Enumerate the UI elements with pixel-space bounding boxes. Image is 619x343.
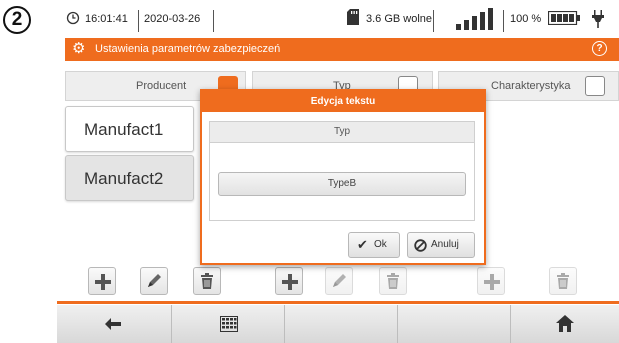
list-item[interactable]: Manufact1 xyxy=(65,106,194,152)
edit-button[interactable] xyxy=(140,267,168,295)
empty-button xyxy=(398,305,511,343)
settings-icon: ⚙ xyxy=(72,40,86,57)
title-bar: ⚙ Ustawienia parametrów zabezpieczeń ? xyxy=(65,38,619,61)
status-divider xyxy=(433,10,434,32)
delete-icon xyxy=(201,273,213,289)
cancel-button[interactable]: Anuluj xyxy=(407,232,475,258)
keyboard-icon xyxy=(220,316,238,332)
page-title: Ustawienia parametrów zabezpieczeń xyxy=(95,43,281,55)
add-button[interactable] xyxy=(477,267,505,295)
plug-icon xyxy=(592,10,604,28)
edit-icon xyxy=(148,274,161,287)
delete-button[interactable] xyxy=(193,267,221,295)
dialog-panel: Typ TypeB xyxy=(209,121,475,221)
ok-button[interactable]: ✔ Ok xyxy=(348,232,400,258)
delete-button[interactable] xyxy=(549,267,577,295)
status-storage: 3.6 GB wolne xyxy=(366,13,433,25)
signal-icon xyxy=(456,8,493,30)
edit-button[interactable] xyxy=(325,267,353,295)
type-text-field[interactable]: TypeB xyxy=(218,172,466,196)
column-label: Producent xyxy=(136,80,187,92)
column-label: Charakterystyka xyxy=(491,80,571,92)
cancel-label: Anuluj xyxy=(431,239,459,250)
empty-button xyxy=(285,305,398,343)
add-button[interactable] xyxy=(275,267,303,295)
list-item[interactable]: Manufact2 xyxy=(65,155,194,201)
delete-button[interactable] xyxy=(379,267,407,295)
status-divider xyxy=(503,10,504,32)
help-icon[interactable]: ? xyxy=(592,41,607,56)
add-button[interactable] xyxy=(88,267,116,295)
edit-icon xyxy=(333,274,346,287)
keyboard-button[interactable] xyxy=(172,305,285,343)
sd-card-icon xyxy=(347,9,359,25)
accent-divider xyxy=(57,301,619,304)
back-arrow-icon xyxy=(105,318,121,330)
delete-icon xyxy=(557,273,569,289)
dialog-field-label: Typ xyxy=(210,122,474,143)
ok-label: Ok xyxy=(374,239,387,250)
column-checkbox-charakterystyka[interactable] xyxy=(585,76,605,96)
status-time: 16:01:41 xyxy=(85,13,128,25)
back-button[interactable] xyxy=(57,305,172,343)
status-battery: 100 % xyxy=(510,13,542,25)
edit-text-dialog: Edycja tekstu Typ TypeB ✔ Ok Anuluj xyxy=(200,89,486,265)
delete-icon xyxy=(387,273,399,289)
clock-icon xyxy=(66,11,80,25)
status-bar: 16:01:41 2020-03-26 3.6 GB wolne 100 % xyxy=(65,4,619,36)
step-number-badge: 2 xyxy=(3,6,31,34)
dialog-title: Edycja tekstu xyxy=(202,91,484,112)
status-date: 2020-03-26 xyxy=(144,13,201,25)
home-button[interactable] xyxy=(511,305,619,343)
battery-icon xyxy=(548,11,580,25)
home-icon xyxy=(556,315,574,332)
bottom-navigation-bar xyxy=(57,305,619,343)
checkmark-icon: ✔ xyxy=(357,237,368,252)
status-divider xyxy=(138,10,139,32)
status-divider xyxy=(213,10,214,32)
cancel-icon xyxy=(414,239,427,252)
